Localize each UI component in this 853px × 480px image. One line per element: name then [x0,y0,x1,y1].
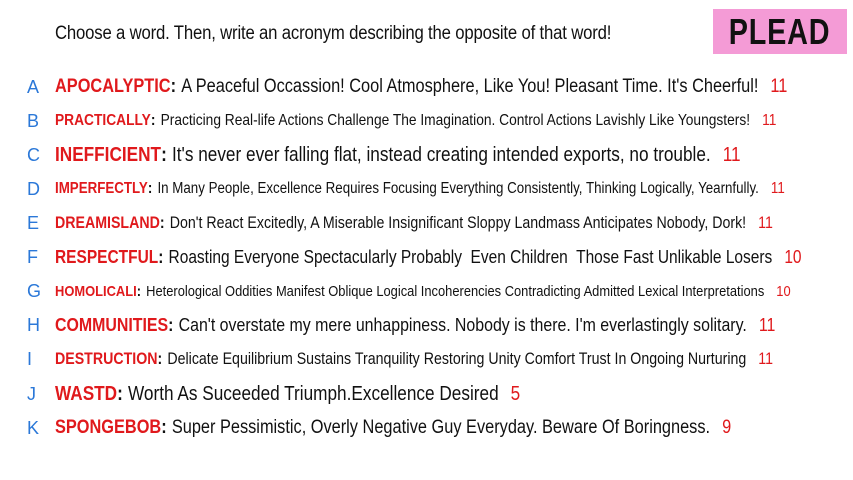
entry-colon: : [157,349,163,368]
entry-colon: : [161,417,167,438]
prompt-text: Choose a word. Then, write an acronym de… [55,23,612,44]
entry-letter-count: 11 [762,112,777,129]
entry-acronym-phrase: Don't React Excitedly, A Miserable Insig… [169,213,747,232]
entry-line: RESPECTFUL: Roasting Everyone Spectacular… [55,247,802,268]
entry-letter-count: 11 [770,180,785,197]
entry-letter: F [27,246,38,267]
entry-letter-count: 11 [722,143,741,166]
entry-row: E DREAMISLAND: Don't React Excitedly, A Mi… [0,211,853,235]
entry-letter: K [27,417,40,438]
entry-acronym-phrase: It's never ever falling flat, instead cr… [171,143,711,166]
entry-word: INEFFICIENT [55,143,162,166]
entry-word: APOCALYPTIC [55,76,171,97]
entry-line: APOCALYPTIC: A Peaceful Occassion! Cool A… [55,76,787,98]
entry-colon: : [136,282,141,300]
entry-row: C INEFFICIENT: It's never ever falling fla… [0,143,853,167]
entry-word: SPONGEBOB [55,417,162,438]
entry-row: D IMPERFECTLY: In Many People, Excellence … [0,177,853,201]
entry-row: H COMMUNITIES: Can't overstate my mere unh… [0,313,853,337]
entry-line: SPONGEBOB: Super Pessimistic, Overly Nega… [55,417,731,439]
entry-row: B PRACTICALLY: Practicing Real-life Action… [0,109,853,133]
entry-letter: J [27,383,36,404]
entry-row: F RESPECTFUL: Roasting Everyone Spectacula… [0,245,853,269]
chosen-word-badge: PLEAD [713,9,847,54]
entry-letter: C [27,144,40,165]
entry-word: DREAMISLAND [55,213,160,232]
entry-letter-count: 11 [758,349,774,368]
entry-row: I DESTRUCTION: Delicate Equilibrium Sustai… [0,347,853,371]
entry-acronym-phrase: Roasting Everyone Spectacularly Probably… [168,246,773,267]
entry-letter: B [27,110,40,131]
entry-line: DESTRUCTION: Delicate Equilibrium Sustain… [55,350,773,369]
entry-acronym-phrase: Worth As Suceeded Triumph.Excellence Des… [128,382,499,405]
entry-colon: : [159,213,165,232]
entry-letter: A [27,76,40,97]
entry-letter-count: 11 [758,314,776,335]
entry-colon: : [150,112,156,129]
entry-letter: G [27,280,42,301]
entry-colon: : [117,382,123,405]
entry-acronym-phrase: Heterological Oddities Manifest Oblique … [146,282,765,300]
badge-label: PLEAD [729,10,831,52]
entry-row: A APOCALYPTIC: A Peaceful Occassion! Cool … [0,75,853,99]
entry-line: DREAMISLAND: Don't React Excitedly, A Mis… [55,214,773,233]
entry-line: PRACTICALLY: Practicing Real-life Actions… [55,112,776,130]
entry-letter-count: 5 [510,382,521,405]
entry-word: IMPERFECTLY [55,180,148,197]
entry-acronym-phrase: Super Pessimistic, Overly Negative Guy E… [171,417,711,438]
entry-letter: E [27,212,40,233]
entry-letter: D [27,178,40,199]
entry-acronym-phrase: Practicing Real-life Actions Challenge T… [160,112,751,129]
entry-letter-count: 9 [722,417,732,438]
entry-colon: : [161,143,167,166]
entry-word: WASTD [55,382,118,405]
entry-acronym-phrase: In Many People, Excellence Requires Focu… [157,180,759,197]
entry-colon: : [170,76,177,97]
entry-line: WASTD: Worth As Suceeded Triumph.Excellen… [55,383,520,406]
entry-acronym-phrase: Can't overstate my mere unhappiness. Nob… [178,314,747,335]
entry-row: G HOMOLICALI: Heterological Oddities Manif… [0,279,853,303]
entry-letter-count: 10 [784,246,802,267]
entry-letter: H [27,314,40,335]
entry-word: HOMOLICALI [55,282,137,300]
entry-letter-count: 11 [758,213,773,232]
entry-word: PRACTICALLY [55,112,151,129]
entry-word: COMMUNITIES [55,314,169,335]
entry-row: J WASTD: Worth As Suceeded Triumph.Excelle… [0,382,853,406]
entry-colon: : [168,314,174,335]
entry-row: K SPONGEBOB: Super Pessimistic, Overly Neg… [0,416,853,440]
entry-line: IMPERFECTLY: In Many People, Excellence R… [55,180,785,198]
entry-acronym-phrase: A Peaceful Occassion! Cool Atmosphere, L… [181,76,759,97]
entry-line: COMMUNITIES: Can't overstate my mere unha… [55,314,775,336]
entry-word: RESPECTFUL [55,246,159,267]
entry-letter: I [27,348,33,369]
entry-colon: : [158,246,164,267]
entry-line: HOMOLICALI: Heterological Oddities Manife… [55,283,791,300]
entry-acronym-phrase: Delicate Equilibrium Sustains Tranquilit… [167,349,747,368]
entry-letter-count: 10 [776,282,791,300]
entry-line: INEFFICIENT: It's never ever falling flat… [55,144,741,167]
entry-letter-count: 11 [770,76,788,97]
entry-word: DESTRUCTION [55,349,158,368]
entry-colon: : [147,180,153,197]
